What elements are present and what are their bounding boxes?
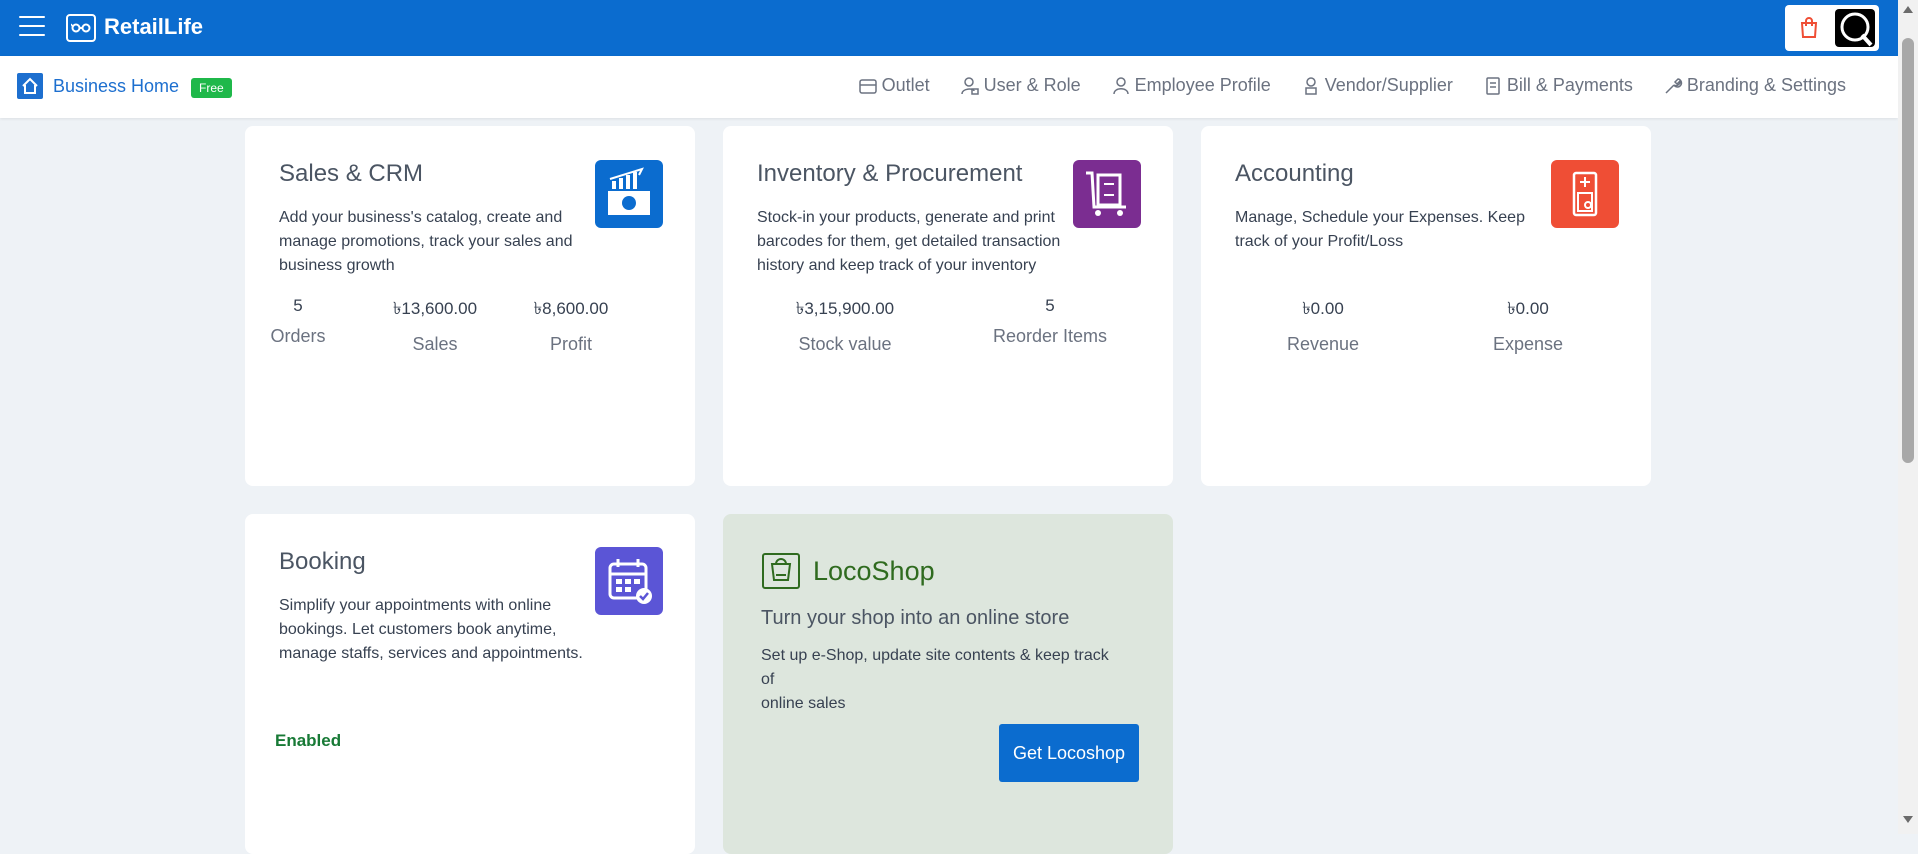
vendor-icon bbox=[1305, 76, 1317, 95]
user-lock-icon bbox=[960, 76, 979, 95]
calculator-icon bbox=[1551, 160, 1619, 228]
stat-value: ৳13,600.00 bbox=[392, 299, 478, 318]
inventory-procurement-card[interactable]: Inventory & Procurement Stock-in your pr… bbox=[723, 126, 1173, 486]
stat-value: 5 bbox=[1045, 296, 1055, 315]
nav-item-vendor-supplier[interactable]: Vendor/Supplier bbox=[1301, 75, 1453, 96]
stat-value: ৳0.00 bbox=[1507, 299, 1549, 318]
plan-badge: Free bbox=[191, 78, 232, 98]
stat-value: ৳0.00 bbox=[1302, 299, 1344, 318]
sales-crm-card[interactable]: Sales & CRM Add your business's catalog,… bbox=[245, 126, 695, 486]
logo-glasses-icon bbox=[66, 14, 96, 42]
stat-label: Reorder Items bbox=[992, 326, 1108, 346]
stat-label: Sales bbox=[412, 334, 458, 354]
card-title: Inventory & Procurement bbox=[757, 160, 1023, 187]
page-scrollbar[interactable] bbox=[1898, 0, 1918, 834]
header-actions bbox=[1785, 5, 1879, 51]
nav-item-label: Employee Profile bbox=[1134, 75, 1271, 95]
nav-menu: Outlet User & Role Employee Profile Vend… bbox=[828, 75, 1846, 96]
card-title: Accounting bbox=[1235, 160, 1354, 187]
stat-value: 5 bbox=[293, 296, 303, 315]
shopping-bag-icon[interactable] bbox=[1799, 17, 1819, 44]
accounting-card[interactable]: Accounting Manage, Schedule your Expense… bbox=[1201, 126, 1651, 486]
sub-navbar: Business Home Free Outlet User & Role Em… bbox=[0, 56, 1898, 118]
get-locoshop-button[interactable]: Get Locoshop bbox=[999, 724, 1139, 782]
card-description: Stock-in your products, generate and pri… bbox=[757, 206, 1060, 278]
stat-label: Profit bbox=[549, 334, 592, 354]
bill-icon bbox=[1486, 76, 1500, 95]
desc-line: track of your Profit/Loss bbox=[1235, 233, 1404, 250]
stat-expense: ৳0.00 Expense bbox=[1458, 296, 1598, 355]
stat-sales: ৳13,600.00 Sales bbox=[365, 296, 505, 355]
locoshop-card: LocoShop Turn your shop into an online s… bbox=[723, 514, 1173, 854]
desc-line: Simplify your appointments with online bbox=[279, 597, 552, 614]
scroll-down-icon[interactable] bbox=[1903, 816, 1913, 823]
stat-reorder-items: 5 Reorder Items bbox=[980, 296, 1120, 347]
nav-item-user-role[interactable]: User & Role bbox=[960, 75, 1081, 96]
desc-line: Stock-in your products, generate and pri… bbox=[757, 209, 1055, 226]
locoshop-description: Set up e-Shop, update site contents & ke… bbox=[761, 644, 1121, 716]
locoshop-subtitle: Turn your shop into an online store bbox=[761, 607, 1070, 629]
scroll-thumb[interactable] bbox=[1902, 38, 1914, 463]
nav-item-outlet[interactable]: Outlet bbox=[858, 75, 930, 96]
status-badge: Enabled bbox=[275, 731, 342, 750]
app-header: RetailLife bbox=[0, 0, 1898, 56]
cart-icon bbox=[1073, 160, 1141, 228]
desc-line: Manage, Schedule your Expenses. Keep bbox=[1235, 209, 1525, 226]
nav-item-label: User & Role bbox=[983, 75, 1081, 95]
stat-label: Stock value bbox=[798, 334, 892, 354]
desc-line: manage staffs, services and appointments… bbox=[279, 645, 583, 662]
desc-line: bookings. Let customers book anytime, bbox=[279, 621, 557, 638]
nav-item-label: Vendor/Supplier bbox=[1324, 75, 1453, 95]
stat-label: Expense bbox=[1492, 334, 1564, 354]
booking-card[interactable]: Booking Simplify your appointments with … bbox=[245, 514, 695, 854]
business-home-link[interactable]: Business Home bbox=[17, 73, 179, 99]
desc-line: manage promotions, track your sales and bbox=[279, 233, 573, 250]
person-icon bbox=[1112, 76, 1129, 94]
card-description: Simplify your appointments with online b… bbox=[279, 594, 583, 666]
avatar[interactable] bbox=[1835, 9, 1875, 47]
nav-item-label: Branding & Settings bbox=[1686, 75, 1846, 95]
stat-value: ৳8,600.00 bbox=[533, 299, 609, 318]
calendar-icon bbox=[595, 547, 663, 615]
app-title: RetailLife bbox=[104, 14, 204, 39]
store-icon bbox=[858, 78, 877, 94]
desc-line: online sales bbox=[761, 695, 846, 712]
nav-item-employee-profile[interactable]: Employee Profile bbox=[1111, 75, 1271, 96]
desc-line: business growth bbox=[279, 257, 395, 274]
card-title: Booking bbox=[279, 548, 366, 575]
card-description: Manage, Schedule your Expenses. Keep tra… bbox=[1235, 206, 1525, 254]
nav-item-bill-payments[interactable]: Bill & Payments bbox=[1483, 75, 1633, 96]
nav-item-branding-settings[interactable]: Branding & Settings bbox=[1663, 75, 1846, 96]
locoshop-bag-icon bbox=[761, 552, 801, 595]
home-icon bbox=[17, 73, 43, 99]
desc-line: history and keep track of your inventory bbox=[757, 257, 1037, 274]
business-home-label: Business Home bbox=[53, 75, 180, 96]
stat-revenue: ৳0.00 Revenue bbox=[1253, 296, 1393, 355]
stat-orders: 5 Orders bbox=[228, 296, 368, 347]
card-title: Sales & CRM bbox=[279, 160, 424, 187]
desc-line: barcodes for them, get detailed transact… bbox=[757, 233, 1061, 250]
stat-label: Revenue bbox=[1286, 334, 1360, 354]
stat-value: ৳3,15,900.00 bbox=[795, 299, 895, 318]
menu-icon[interactable] bbox=[19, 16, 45, 38]
nav-item-label: Bill & Payments bbox=[1506, 75, 1633, 95]
locoshop-title: LocoShop bbox=[813, 556, 935, 586]
stat-stock-value: ৳3,15,900.00 Stock value bbox=[775, 296, 915, 355]
nav-item-label: Outlet bbox=[881, 75, 930, 95]
stat-profit: ৳8,600.00 Profit bbox=[501, 296, 641, 355]
scroll-up-icon[interactable] bbox=[1903, 6, 1913, 13]
desc-line: Set up e-Shop, update site contents & ke… bbox=[761, 647, 1109, 688]
sales-chart-icon bbox=[595, 160, 663, 228]
stat-label: Orders bbox=[270, 326, 326, 346]
wrench-icon bbox=[1665, 77, 1683, 94]
desc-line: Add your business's catalog, create and bbox=[279, 209, 563, 226]
card-description: Add your business's catalog, create and … bbox=[279, 206, 572, 278]
